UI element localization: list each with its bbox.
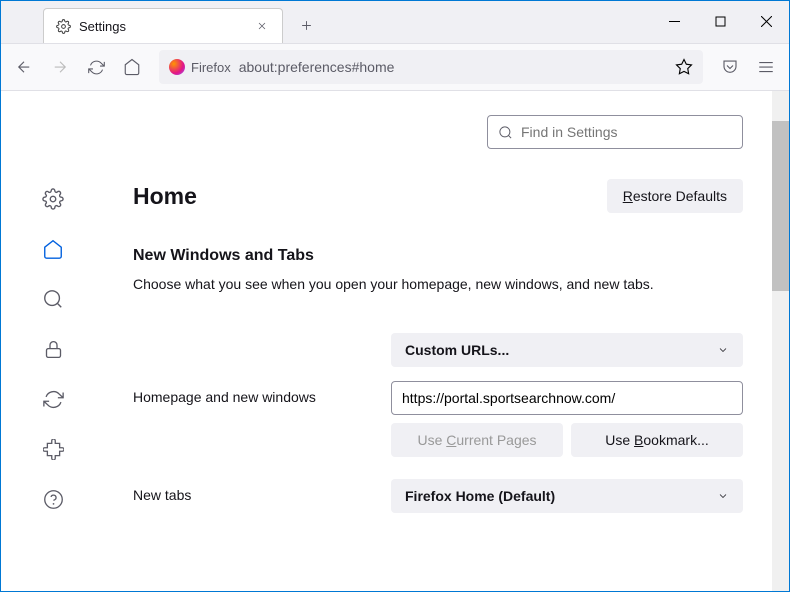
use-bookmark-button[interactable]: Use Bookmark...: [571, 423, 743, 457]
newtabs-dropdown[interactable]: Firefox Home (Default): [391, 479, 743, 513]
settings-search[interactable]: [487, 115, 743, 149]
search-input[interactable]: [521, 124, 732, 140]
page-title: Home: [133, 183, 197, 210]
sidebar-item-general[interactable]: [40, 186, 66, 212]
scrollbar-thumb[interactable]: [772, 121, 789, 291]
gear-icon: [56, 19, 71, 34]
sidebar-item-privacy[interactable]: [40, 336, 66, 362]
close-window-button[interactable]: [743, 0, 789, 43]
chevron-down-icon: [717, 344, 729, 356]
maximize-button[interactable]: [697, 0, 743, 43]
site-identity[interactable]: Firefox: [169, 59, 231, 75]
section-description: Choose what you see when you open your h…: [133, 275, 743, 295]
toolbar: Firefox about:preferences#home: [1, 44, 789, 91]
browser-tab[interactable]: Settings: [43, 8, 283, 43]
sidebar-item-extensions[interactable]: [40, 436, 66, 462]
window-controls: [651, 0, 789, 43]
section-title: New Windows and Tabs: [133, 247, 743, 265]
sidebar-item-home[interactable]: [40, 236, 66, 262]
titlebar: Settings: [1, 1, 789, 44]
sidebar-item-search[interactable]: [40, 286, 66, 312]
save-to-pocket-button[interactable]: [713, 50, 747, 84]
bookmark-star-icon[interactable]: [675, 58, 693, 76]
close-tab-icon[interactable]: [252, 16, 272, 36]
sidebar-item-sync[interactable]: [40, 386, 66, 412]
back-button[interactable]: [7, 50, 41, 84]
minimize-button[interactable]: [651, 0, 697, 43]
url-text: about:preferences#home: [239, 59, 395, 75]
forward-button[interactable]: [43, 50, 77, 84]
new-tab-button[interactable]: [291, 10, 321, 40]
firefox-logo-icon: [169, 59, 185, 75]
sidebar-item-help[interactable]: [40, 486, 66, 512]
tab-title: Settings: [79, 19, 252, 34]
restore-defaults-button[interactable]: Restore Defaults: [607, 179, 743, 213]
newtabs-label: New tabs: [133, 479, 391, 503]
chevron-down-icon: [717, 490, 729, 502]
dropdown-label: Firefox Home (Default): [405, 488, 555, 504]
homepage-label: Homepage and new windows: [133, 381, 391, 405]
homepage-url-input[interactable]: [391, 381, 743, 415]
url-bar[interactable]: Firefox about:preferences#home: [159, 50, 703, 84]
home-button[interactable]: [115, 50, 149, 84]
dropdown-label: Custom URLs...: [405, 342, 509, 358]
homepage-mode-dropdown[interactable]: Custom URLs...: [391, 333, 743, 367]
reload-button[interactable]: [79, 50, 113, 84]
settings-sidebar: [1, 91, 105, 591]
use-current-pages-button[interactable]: Use Current Pages: [391, 423, 563, 457]
identity-label: Firefox: [191, 60, 231, 75]
content-area: Home Restore Defaults New Windows and Ta…: [1, 91, 789, 591]
main-pane: Home Restore Defaults New Windows and Ta…: [105, 91, 789, 591]
app-menu-button[interactable]: [749, 50, 783, 84]
